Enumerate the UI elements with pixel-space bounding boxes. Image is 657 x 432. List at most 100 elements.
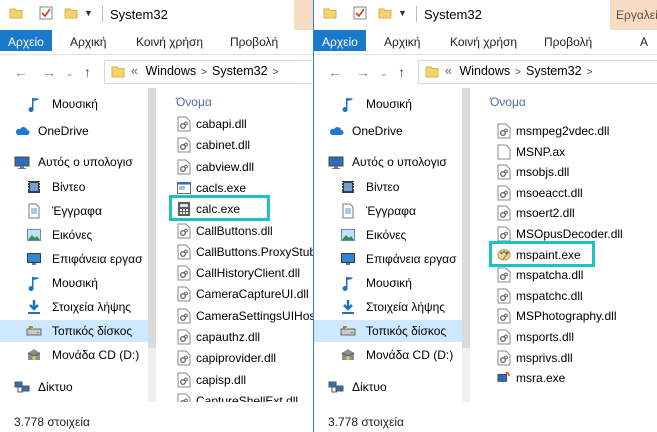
nav-item[interactable]: Εικόνες [0, 224, 150, 246]
dll-file-icon [177, 372, 191, 388]
file-name: CaptureShellExt.dll [196, 393, 299, 402]
tab-share[interactable]: Κοινή χρήση [136, 30, 203, 54]
item-count: 3.778 στοιχεία [14, 415, 90, 429]
nav-item-label: Έγγραφα [366, 204, 416, 218]
this-pc-icon [328, 154, 344, 170]
breadcrumb-item[interactable]: Windows [459, 64, 510, 78]
properties-icon[interactable] [39, 6, 53, 20]
file-name: CallHistoryClient.dll [196, 266, 301, 281]
dll-file-icon [177, 393, 191, 402]
nav-item[interactable]: Βίντεο [0, 176, 150, 198]
nav-item[interactable]: Έγγραφα [0, 200, 150, 222]
desktop-icon [26, 251, 42, 267]
nav-item-label: Μονάδα CD (D:) [366, 348, 454, 362]
nav-item[interactable]: Δίκτυο [314, 376, 464, 398]
videos-icon [340, 179, 356, 195]
breadcrumb-item[interactable]: System32 [212, 64, 268, 78]
recent-locations-icon[interactable]: ⌄ [380, 68, 388, 79]
dll-file-icon [177, 286, 191, 302]
address-bar[interactable]: « Windows > System32 > [418, 60, 657, 84]
column-header-name[interactable]: Όνομα [490, 95, 526, 109]
breadcrumb-item[interactable]: System32 [526, 64, 582, 78]
recent-locations-icon[interactable]: ⌄ [66, 68, 74, 79]
breadcrumb-overflow[interactable]: « [445, 64, 452, 78]
back-arrow-icon[interactable]: ← [328, 64, 342, 80]
new-folder-icon[interactable] [378, 6, 392, 20]
file-name: MSPhotography.dll [516, 309, 617, 324]
nav-scrollbar[interactable] [462, 88, 470, 402]
file-name: msprivs.dll [516, 350, 573, 365]
scrollbar-thumb[interactable] [148, 88, 156, 348]
scrollbar-thumb[interactable] [462, 88, 470, 348]
nav-item[interactable]: Τοπικός δίσκος [0, 320, 150, 342]
onedrive-icon [328, 123, 344, 139]
breadcrumb-overflow[interactable]: « [131, 64, 138, 78]
nav-item-label: OneDrive [352, 124, 403, 138]
nav-item[interactable]: OneDrive [0, 120, 150, 142]
nav-item[interactable]: Μουσική [314, 93, 464, 115]
tab-share[interactable]: Κοινή χρήση [450, 30, 517, 54]
chevron-right-icon[interactable]: > [273, 67, 279, 78]
title-bar: ▼ System32 [0, 0, 313, 30]
back-arrow-icon[interactable]: ← [14, 64, 28, 80]
folder-icon[interactable] [9, 6, 23, 20]
chevron-right-icon[interactable]: > [201, 67, 207, 78]
file-name: CallButtons.ProxyStub [196, 244, 313, 259]
properties-icon[interactable] [353, 6, 367, 20]
dll-file-icon [497, 308, 511, 324]
nav-item[interactable]: Επιφάνεια εργασ [0, 248, 150, 270]
nav-item[interactable]: Στοιχεία λήψης [314, 296, 464, 318]
navigation-pane: Μουσική OneDrive Αυτός ο υπολογισ Βίντεο Έγγ… [314, 88, 464, 402]
tab-home[interactable]: Αρχική [384, 30, 420, 54]
customize-quick-access-icon[interactable]: ▼ [84, 8, 93, 18]
nav-item[interactable]: Μουσική [0, 272, 150, 294]
file-name: msmpeg2vdec.dll [516, 124, 610, 138]
explorer-window-right: ▼ System32 Εργαλεί Αρχείο Αρχική Κοινή χ… [314, 0, 657, 432]
tab-context[interactable]: Α [640, 30, 648, 54]
chevron-right-icon[interactable]: > [587, 67, 593, 78]
chevron-right-icon[interactable]: > [515, 67, 521, 78]
nav-item[interactable]: Βίντεο [314, 176, 464, 198]
nav-item[interactable]: Έγγραφα [314, 200, 464, 222]
nav-item-label: Στοιχεία λήψης [52, 300, 132, 314]
tab-home[interactable]: Αρχική [70, 30, 106, 54]
context-tab-header[interactable] [294, 0, 313, 30]
new-folder-icon[interactable] [64, 6, 78, 20]
forward-arrow-icon[interactable]: → [42, 64, 56, 80]
nav-item[interactable]: Αυτός ο υπολογισ [314, 151, 464, 173]
dll-file-icon [177, 116, 191, 132]
up-arrow-icon[interactable]: ↑ [84, 64, 91, 80]
tab-file[interactable]: Αρχείο [0, 30, 52, 51]
nav-item[interactable]: Μονάδα CD (D:) [0, 344, 150, 366]
nav-item-label: Δίκτυο [352, 380, 387, 394]
local-disk-icon [26, 323, 42, 339]
nav-item[interactable]: Αυτός ο υπολογισ [0, 151, 150, 173]
title-bar: ▼ System32 Εργαλεί [314, 0, 657, 30]
nav-item[interactable]: Μουσική [0, 93, 150, 115]
folder-icon[interactable] [323, 6, 337, 20]
nav-item[interactable]: Μονάδα CD (D:) [314, 344, 464, 366]
context-tab-header[interactable]: Εργαλεί [610, 0, 657, 30]
address-bar[interactable]: « Windows > System32 > [104, 60, 313, 84]
nav-item[interactable]: Στοιχεία λήψης [0, 296, 150, 318]
dll-file-icon [177, 223, 191, 239]
up-arrow-icon[interactable]: ↑ [398, 64, 405, 80]
nav-item-label: Μουσική [52, 97, 98, 111]
breadcrumb-item[interactable]: Windows [145, 64, 196, 78]
tab-file[interactable]: Αρχείο [314, 30, 366, 51]
dll-file-icon [177, 244, 191, 260]
forward-arrow-icon[interactable]: → [356, 64, 370, 80]
tab-view[interactable]: Προβολή [544, 30, 592, 54]
nav-item[interactable]: Τοπικός δίσκος [314, 320, 464, 342]
column-header-name[interactable]: Όνομα [176, 95, 212, 109]
nav-item[interactable]: OneDrive [314, 120, 464, 142]
nav-item[interactable]: Επιφάνεια εργασ [314, 248, 464, 270]
customize-quick-access-icon[interactable]: ▼ [398, 8, 407, 18]
nav-scrollbar[interactable] [148, 88, 156, 402]
tab-view[interactable]: Προβολή [230, 30, 278, 54]
nav-item[interactable]: Εικόνες [314, 224, 464, 246]
file-name: cabview.dll [196, 159, 255, 174]
nav-item[interactable]: Μουσική [314, 272, 464, 294]
nav-item[interactable]: Δίκτυο [0, 376, 150, 398]
title-separator [416, 6, 417, 22]
